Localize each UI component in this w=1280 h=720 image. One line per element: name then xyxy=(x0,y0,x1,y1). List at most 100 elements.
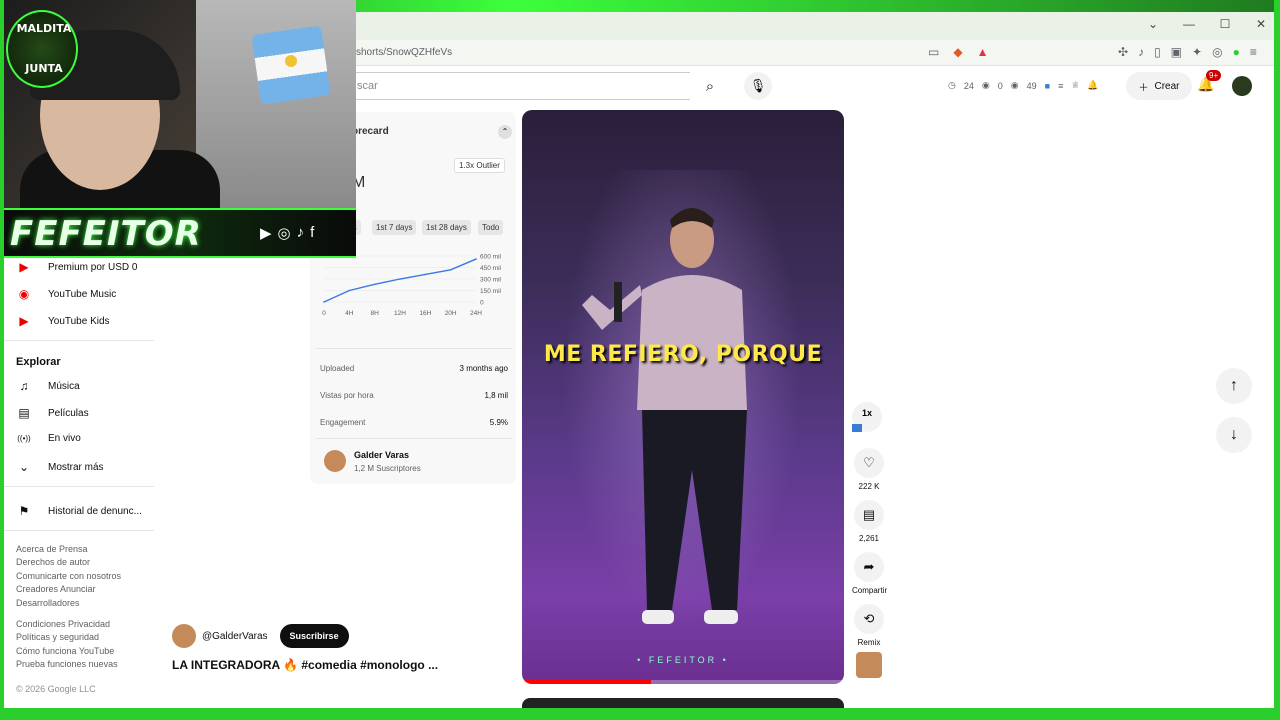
stat-value: 3 months ago xyxy=(459,364,508,373)
footer-link[interactable]: Derechos de autor xyxy=(16,557,90,567)
card-divider xyxy=(316,438,512,439)
stat-a: 24 xyxy=(963,80,974,91)
eye-icon: ◉ xyxy=(981,80,990,90)
channel-avatar[interactable] xyxy=(172,624,196,648)
chart-point xyxy=(449,269,452,271)
tab-all[interactable]: Todo xyxy=(478,220,504,235)
sidebar-item-report-history[interactable]: ⚑ Historial de denunc... xyxy=(16,504,142,518)
extension-stats: ◷ 24 ◉ 0 ◉ 49 ■ ≡ ♕ 🔔 xyxy=(948,80,1099,91)
next-video-preview[interactable] xyxy=(522,698,844,708)
warning-icon[interactable]: ▲ xyxy=(977,45,989,59)
chart-x-tick: 12H xyxy=(394,310,406,317)
maximize-button[interactable]: ☐ xyxy=(1218,17,1232,31)
leo-icon[interactable]: ✦ xyxy=(1192,45,1202,59)
list-icon[interactable]: ≡ xyxy=(1058,81,1063,91)
notify-ext-icon[interactable]: 🔔 xyxy=(1087,80,1098,91)
extension-puzzle-icon[interactable]: ✣ xyxy=(1118,45,1128,59)
search-button[interactable]: ⌕ xyxy=(690,72,730,100)
comment-action: ▤ 2,261 xyxy=(852,500,886,543)
sidebar-item-label: Historial de denunc... xyxy=(48,505,142,517)
channel-avatar[interactable] xyxy=(324,450,346,472)
footer-link[interactable]: Creadores Anunciar xyxy=(16,584,96,594)
sidebar-item-label: Películas xyxy=(48,407,89,419)
subscribe-button[interactable]: Suscribirse xyxy=(279,624,349,648)
tab-list-icon[interactable]: ⌄ xyxy=(1146,17,1160,31)
sidebar-item-label: Música xyxy=(48,380,80,392)
sidebar-item-music-explore[interactable]: ♫ Música xyxy=(16,379,80,393)
close-button[interactable]: ✕ xyxy=(1254,17,1268,31)
previous-short-button[interactable]: ↑ xyxy=(1216,368,1252,404)
footer-link[interactable]: Comunicarte con nosotros xyxy=(16,571,121,581)
film-icon: ▤ xyxy=(18,406,30,420)
tab-1st-7-days[interactable]: 1st 7 days xyxy=(372,220,417,235)
cast-icon[interactable]: ▭ xyxy=(928,45,939,59)
sidebar-item-live[interactable]: ((•)) En vivo xyxy=(16,433,81,444)
footer-link[interactable]: Condiciones Privacidad xyxy=(16,619,110,629)
sidebar-item-show-more[interactable]: ⌄ Mostrar más xyxy=(16,460,104,474)
stat-row-views-per-hour: Vistas por hora 1,8 mil xyxy=(320,391,508,400)
voice-search-button[interactable]: 🎙 xyxy=(744,72,772,100)
stat-label: Uploaded xyxy=(320,364,355,373)
sidebar-item-kids[interactable]: ▶ YouTube Kids xyxy=(16,314,109,328)
status-dot-icon[interactable]: ● xyxy=(1233,45,1240,59)
sidebar-icon[interactable]: ▯ xyxy=(1154,45,1161,59)
remix-button[interactable]: ⟲ xyxy=(854,604,884,634)
video-progress-bar[interactable] xyxy=(522,680,844,684)
channel-handle[interactable]: @GalderVaras xyxy=(202,631,268,642)
sidebar-item-movies[interactable]: ▤ Películas xyxy=(16,406,89,420)
flag-icon: ⚑ xyxy=(18,504,30,518)
minimize-button[interactable]: — xyxy=(1182,17,1196,31)
shorts-video-player[interactable]: ME REFIERO, PORQUE • FEFEITOR • xyxy=(522,110,844,684)
extension-badge-icon[interactable]: ■ xyxy=(1045,81,1050,91)
share-button[interactable]: ➦ xyxy=(854,552,884,582)
stream-frame: ⌄ — ☐ ✕ shorts/SnowQZHfeVs ▭ ◆ ▲ ✣ ♪ ▯ ▣… xyxy=(0,0,1280,720)
speed-label: 1x xyxy=(861,408,872,418)
music-icon[interactable]: ♪ xyxy=(1138,45,1144,59)
footer-link[interactable]: Prueba funciones nuevas xyxy=(16,659,118,669)
extension-icons-left: ▭ ◆ ▲ xyxy=(928,45,988,59)
explore-heading: Explorar xyxy=(16,356,61,368)
menu-icon[interactable]: ≡ xyxy=(1250,45,1257,59)
tab-1st-28-days[interactable]: 1st 28 days xyxy=(422,220,471,235)
sidebar-item-label: Premium por USD 0 xyxy=(48,261,138,273)
search-input[interactable]: scar xyxy=(344,72,690,100)
account-avatar[interactable] xyxy=(1232,76,1252,96)
video-watermark: • FEFEITOR • xyxy=(637,655,729,665)
social-icons: ▶ ◎ ♪ f xyxy=(260,224,314,242)
sidebar-divider xyxy=(4,340,154,341)
youtube-icon: ▶ xyxy=(260,225,272,242)
chart-y-tick: 450 mil xyxy=(480,265,502,272)
comment-button[interactable]: ▤ xyxy=(854,500,884,530)
create-label: Crear xyxy=(1154,80,1180,92)
arrow-up-icon: ↑ xyxy=(1230,377,1238,394)
award-icon[interactable]: ♕ xyxy=(1071,80,1079,91)
sidebar-item-music[interactable]: ◉ YouTube Music xyxy=(16,287,116,301)
footer-link[interactable]: Acerca de Prensa xyxy=(16,544,88,554)
maldita-junta-logo: MALDITA JUNTA xyxy=(6,10,78,88)
channel-name[interactable]: Galder Varas xyxy=(354,450,409,460)
collapse-button[interactable]: ⌃ xyxy=(498,125,512,139)
streamer-banner: FEFEITOR ▶ ◎ ♪ f xyxy=(0,208,356,258)
chevron-up-icon: ⌃ xyxy=(501,127,509,136)
sidebar-item-premium[interactable]: ▶ Premium por USD 0 xyxy=(16,260,137,274)
like-button[interactable]: ♡ xyxy=(854,448,884,478)
frame-bottom-border xyxy=(0,708,1280,720)
chart-x-tick: 20H xyxy=(445,310,457,317)
footer-link[interactable]: Políticas y seguridad xyxy=(16,632,99,642)
video-progress-fill xyxy=(522,680,651,684)
vpn-icon[interactable]: ◎ xyxy=(1212,45,1222,59)
chart-point xyxy=(348,289,351,292)
chart-y-tick: 300 mil xyxy=(480,277,502,284)
create-button[interactable]: ＋ Crear xyxy=(1126,72,1192,100)
next-short-button[interactable]: ↓ xyxy=(1216,417,1252,453)
window-controls: ⌄ — ☐ ✕ xyxy=(1146,17,1268,31)
footer-link[interactable]: Cómo funciona YouTube xyxy=(16,646,114,656)
url-text[interactable]: shorts/SnowQZHfeVs xyxy=(356,47,452,58)
video-title[interactable]: LA INTEGRADORA 🔥 #comedia #monologo ... xyxy=(172,658,438,672)
brave-shield-icon[interactable]: ◆ xyxy=(953,45,962,59)
footer-link[interactable]: Desarrolladores xyxy=(16,598,80,608)
views-chart: 600 mil 450 mil 300 mil 150 mil 0 0 4H 8H 12H 16H… xyxy=(322,254,502,318)
youtube-logo-icon: ▶ xyxy=(19,260,29,274)
audio-source-thumbnail[interactable] xyxy=(856,652,882,678)
wallet-icon[interactable]: ▣ xyxy=(1171,45,1182,59)
